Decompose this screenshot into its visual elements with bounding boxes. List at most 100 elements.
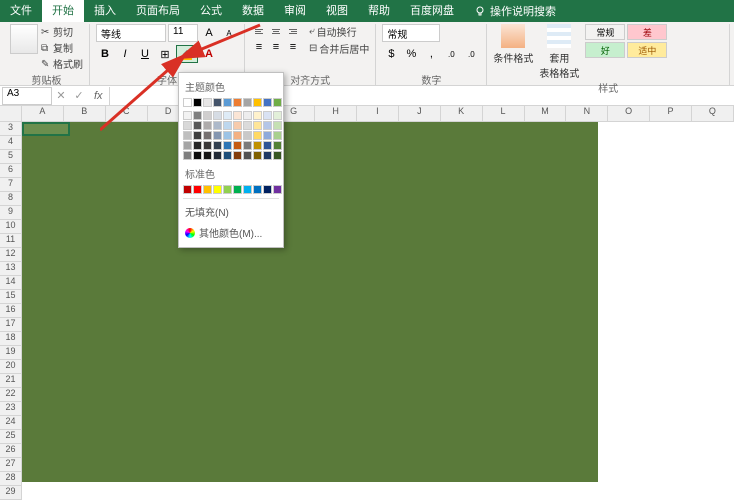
tab-视图[interactable]: 视图: [316, 0, 358, 22]
swatch[interactable]: [263, 185, 272, 194]
swatch[interactable]: [223, 111, 232, 120]
row-header-15[interactable]: 15: [0, 290, 22, 304]
swatch[interactable]: [233, 151, 242, 160]
swatch[interactable]: [183, 141, 192, 150]
swatch[interactable]: [253, 111, 262, 120]
number-format-select[interactable]: 常规: [382, 24, 440, 42]
col-header-H[interactable]: H: [315, 106, 357, 122]
swatch[interactable]: [193, 151, 202, 160]
swatch[interactable]: [213, 131, 222, 140]
row-header-5[interactable]: 5: [0, 150, 22, 164]
row-header-9[interactable]: 9: [0, 206, 22, 220]
swatch[interactable]: [243, 131, 252, 140]
swatch[interactable]: [183, 98, 192, 107]
copy-button[interactable]: ⧉复制: [41, 40, 83, 55]
swatch[interactable]: [193, 98, 202, 107]
row-header-13[interactable]: 13: [0, 262, 22, 276]
swatch[interactable]: [263, 131, 272, 140]
active-cell[interactable]: [22, 122, 70, 136]
format-painter-button[interactable]: ✎格式刷: [41, 56, 83, 71]
row-header-11[interactable]: 11: [0, 234, 22, 248]
swatch[interactable]: [243, 185, 252, 194]
cancel-button[interactable]: ✕: [52, 87, 70, 105]
row-header-6[interactable]: 6: [0, 164, 22, 178]
col-header-J[interactable]: J: [399, 106, 441, 122]
conditional-format-button[interactable]: 条件格式: [493, 24, 533, 65]
swatch[interactable]: [243, 111, 252, 120]
col-header-C[interactable]: C: [106, 106, 148, 122]
swatch[interactable]: [213, 98, 222, 107]
swatch[interactable]: [213, 121, 222, 130]
row-header-29[interactable]: 29: [0, 486, 22, 500]
enter-button[interactable]: ✓: [70, 87, 88, 105]
swatch[interactable]: [233, 98, 242, 107]
align-left[interactable]: ≡: [251, 40, 267, 54]
swatch[interactable]: [223, 131, 232, 140]
fx-icon[interactable]: fx: [88, 90, 109, 102]
row-header-7[interactable]: 7: [0, 178, 22, 192]
row-header-21[interactable]: 21: [0, 374, 22, 388]
swatch[interactable]: [263, 151, 272, 160]
swatch[interactable]: [223, 151, 232, 160]
swatch[interactable]: [253, 131, 262, 140]
row-header-24[interactable]: 24: [0, 416, 22, 430]
merge-center-button[interactable]: ⊟合并后居中: [309, 41, 369, 56]
tab-公式[interactable]: 公式: [190, 0, 232, 22]
swatch[interactable]: [243, 141, 252, 150]
percent-button[interactable]: %: [402, 45, 420, 63]
swatch[interactable]: [213, 141, 222, 150]
align-top-left[interactable]: [251, 24, 267, 38]
no-fill-item[interactable]: 无填充(N): [183, 201, 279, 222]
row-header-22[interactable]: 22: [0, 388, 22, 402]
tab-开始[interactable]: 开始: [42, 0, 84, 22]
swatch[interactable]: [253, 151, 262, 160]
swatch[interactable]: [183, 121, 192, 130]
swatch[interactable]: [183, 111, 192, 120]
swatch[interactable]: [213, 185, 222, 194]
tab-数据[interactable]: 数据: [232, 0, 274, 22]
col-header-M[interactable]: M: [525, 106, 567, 122]
swatch[interactable]: [203, 141, 212, 150]
swatch[interactable]: [253, 141, 262, 150]
col-header-B[interactable]: B: [64, 106, 106, 122]
swatch[interactable]: [263, 141, 272, 150]
row-header-3[interactable]: 3: [0, 122, 22, 136]
swatch[interactable]: [203, 121, 212, 130]
swatch[interactable]: [183, 131, 192, 140]
swatch[interactable]: [203, 131, 212, 140]
style-normal[interactable]: 常规: [585, 24, 625, 40]
row-header-27[interactable]: 27: [0, 458, 22, 472]
row-header-19[interactable]: 19: [0, 346, 22, 360]
select-all-corner[interactable]: [0, 106, 22, 122]
swatch[interactable]: [273, 98, 282, 107]
swatch[interactable]: [233, 131, 242, 140]
increase-font-button[interactable]: A: [200, 24, 218, 42]
tab-百度网盘[interactable]: 百度网盘: [400, 0, 464, 22]
font-color-button[interactable]: A: [200, 45, 218, 63]
decrease-decimal-button[interactable]: .0: [462, 45, 480, 63]
italic-button[interactable]: I: [116, 45, 134, 63]
swatch[interactable]: [253, 98, 262, 107]
swatch[interactable]: [253, 185, 262, 194]
swatch[interactable]: [273, 121, 282, 130]
row-header-25[interactable]: 25: [0, 430, 22, 444]
swatch[interactable]: [193, 185, 202, 194]
tell-me-search[interactable]: 操作说明搜索: [474, 3, 556, 19]
border-button[interactable]: ⊞: [156, 45, 174, 63]
row-header-26[interactable]: 26: [0, 444, 22, 458]
swatch[interactable]: [263, 98, 272, 107]
swatch[interactable]: [223, 121, 232, 130]
swatch[interactable]: [183, 185, 192, 194]
align-center[interactable]: ≡: [268, 40, 284, 54]
swatch[interactable]: [273, 185, 282, 194]
swatch[interactable]: [213, 111, 222, 120]
swatch[interactable]: [193, 141, 202, 150]
decrease-font-button[interactable]: A: [220, 24, 238, 42]
swatch[interactable]: [273, 131, 282, 140]
swatch[interactable]: [253, 121, 262, 130]
row-header-12[interactable]: 12: [0, 248, 22, 262]
swatch[interactable]: [223, 185, 232, 194]
style-neutral[interactable]: 适中: [627, 42, 667, 58]
swatch[interactable]: [273, 111, 282, 120]
swatch[interactable]: [223, 98, 232, 107]
